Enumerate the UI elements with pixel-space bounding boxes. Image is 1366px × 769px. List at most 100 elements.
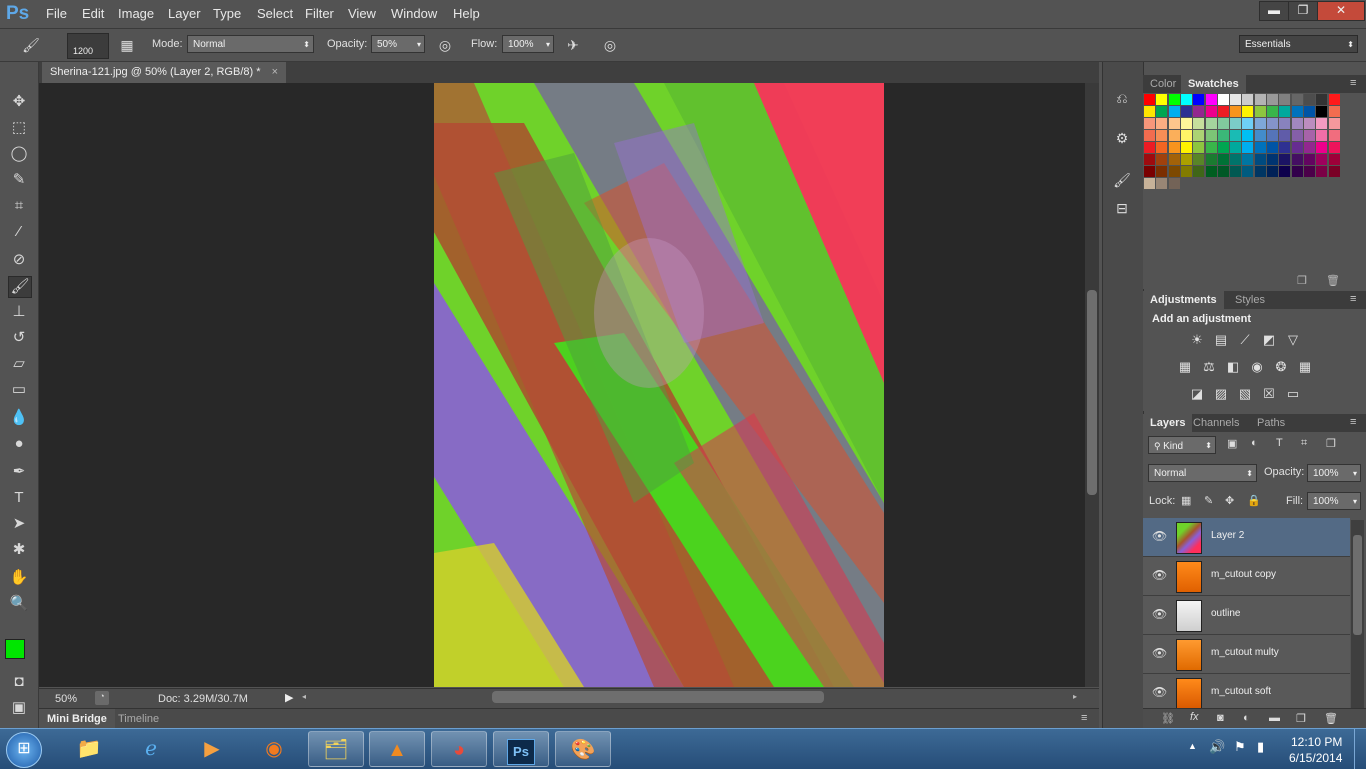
- filter-adjustment-icon[interactable]: ◐: [1251, 437, 1258, 449]
- swatch[interactable]: [1193, 142, 1205, 153]
- scroll-left-icon[interactable]: ◂: [302, 692, 306, 701]
- swatch[interactable]: [1193, 118, 1205, 129]
- swatch[interactable]: [1279, 118, 1291, 129]
- tool-presets-panel-icon[interactable]: ⊟: [1112, 198, 1132, 218]
- eyedropper-tool-icon[interactable]: ⁄: [8, 222, 30, 242]
- new-adjustment-layer-icon[interactable]: ◐: [1243, 712, 1250, 724]
- airbrush-icon[interactable]: ✈: [564, 36, 582, 54]
- swatch[interactable]: [1254, 142, 1266, 153]
- restore-button[interactable]: ❐: [1288, 1, 1318, 21]
- pressure-size-icon[interactable]: ◎: [601, 36, 619, 54]
- swatch[interactable]: [1303, 142, 1315, 153]
- swatch[interactable]: [1217, 130, 1229, 141]
- action-center-icon[interactable]: ⚑: [1234, 739, 1246, 755]
- layers-scroll-thumb[interactable]: [1353, 535, 1362, 635]
- menu-filter[interactable]: Filter: [305, 6, 334, 21]
- blur-tool-icon[interactable]: 💧: [8, 408, 30, 428]
- gradient-tool-icon[interactable]: ▭: [8, 380, 30, 400]
- swatch[interactable]: [1217, 166, 1229, 177]
- swatch[interactable]: [1254, 106, 1266, 117]
- swatch[interactable]: [1193, 178, 1204, 189]
- swatch[interactable]: [1230, 118, 1242, 129]
- swatch[interactable]: [1316, 154, 1328, 165]
- lock-all-icon[interactable]: 🔒: [1247, 494, 1261, 507]
- swatch[interactable]: [1230, 94, 1242, 105]
- selective-color-icon[interactable]: ☒: [1260, 386, 1278, 402]
- swatch[interactable]: [1205, 154, 1217, 165]
- swatch[interactable]: [1267, 154, 1278, 165]
- vlc-icon[interactable]: ▲: [369, 731, 425, 767]
- swatch[interactable]: [1180, 106, 1192, 117]
- volume-icon[interactable]: 🔊: [1209, 739, 1225, 755]
- swatch[interactable]: [1328, 118, 1340, 129]
- add-mask-icon[interactable]: ◙: [1217, 712, 1224, 724]
- lock-image-icon[interactable]: ✎: [1204, 494, 1213, 507]
- layer-fill-field[interactable]: 100% ▾: [1307, 492, 1361, 510]
- invert-icon[interactable]: ◪: [1188, 386, 1206, 402]
- hue-saturation-icon[interactable]: ▦: [1176, 359, 1194, 375]
- layers-menu-icon[interactable]: ≡: [1350, 416, 1356, 428]
- panel-menu-icon[interactable]: ≡: [1081, 712, 1087, 724]
- swatch[interactable]: [1156, 166, 1168, 177]
- swatch[interactable]: [1156, 178, 1168, 189]
- lasso-tool-icon[interactable]: ◯: [8, 144, 30, 164]
- swatch[interactable]: [1180, 94, 1192, 105]
- clone-stamp-tool-icon[interactable]: ⊥: [8, 302, 30, 322]
- swatch[interactable]: [1144, 154, 1155, 165]
- swatch[interactable]: [1193, 106, 1205, 117]
- layer-blend-mode-select[interactable]: Normal ⬍: [1148, 464, 1257, 482]
- swatch[interactable]: [1328, 94, 1340, 105]
- photoshop-taskbar-button[interactable]: Ps: [493, 731, 549, 767]
- swatch[interactable]: [1168, 118, 1180, 129]
- swatch[interactable]: [1230, 130, 1242, 141]
- menu-type[interactable]: Type: [213, 6, 241, 21]
- swatch[interactable]: [1144, 130, 1155, 141]
- swatch[interactable]: [1242, 142, 1254, 153]
- swatch[interactable]: [1217, 118, 1229, 129]
- swatch[interactable]: [1168, 94, 1180, 105]
- swatch[interactable]: [1242, 118, 1254, 129]
- move-tool-icon[interactable]: ✥: [8, 92, 30, 112]
- visibility-eye-icon[interactable]: 👁: [1152, 607, 1167, 621]
- layer-row[interactable]: 👁 Layer 2: [1143, 518, 1350, 557]
- swatch[interactable]: [1242, 130, 1254, 141]
- gradient-map-icon[interactable]: ▭: [1284, 386, 1302, 402]
- swatch[interactable]: [1279, 178, 1290, 189]
- swatch[interactable]: [1279, 94, 1291, 105]
- chrome-icon[interactable]: ◕: [431, 731, 487, 767]
- quick-mask-icon[interactable]: ◘: [8, 672, 30, 692]
- swatch[interactable]: [1267, 94, 1278, 105]
- swatch[interactable]: [1156, 106, 1168, 117]
- color-lookup-icon[interactable]: ▦: [1296, 359, 1314, 375]
- tab-swatches[interactable]: Swatches: [1181, 75, 1246, 93]
- flow-field[interactable]: 100% ▾: [502, 35, 554, 53]
- swatch[interactable]: [1303, 154, 1315, 165]
- pressure-opacity-icon[interactable]: ◎: [436, 36, 454, 54]
- swatch[interactable]: [1205, 142, 1217, 153]
- menu-edit[interactable]: Edit: [82, 6, 104, 21]
- brush-size-picker[interactable]: 1200: [67, 33, 109, 59]
- workspace-select[interactable]: Essentials ⬍: [1239, 35, 1358, 53]
- swatch[interactable]: [1217, 106, 1229, 117]
- adjustments-menu-icon[interactable]: ≡: [1350, 293, 1356, 305]
- swatch[interactable]: [1217, 94, 1229, 105]
- show-desktop-button[interactable]: [1354, 729, 1366, 769]
- pen-tool-icon[interactable]: ✒: [8, 462, 30, 482]
- swatch[interactable]: [1316, 106, 1328, 117]
- swatch[interactable]: [1168, 166, 1180, 177]
- firefox-icon[interactable]: ◉: [246, 731, 302, 767]
- tab-adjustments[interactable]: Adjustments: [1143, 291, 1224, 309]
- swatch[interactable]: [1156, 118, 1168, 129]
- swatch[interactable]: [1217, 154, 1229, 165]
- swatch[interactable]: [1180, 130, 1192, 141]
- swatch[interactable]: [1193, 94, 1205, 105]
- black-white-icon[interactable]: ◧: [1224, 359, 1242, 375]
- swatch[interactable]: [1316, 178, 1327, 189]
- menu-view[interactable]: View: [348, 6, 376, 21]
- swatch[interactable]: [1230, 106, 1242, 117]
- type-tool-icon[interactable]: T: [8, 488, 30, 508]
- file-explorer-icon[interactable]: 🗂: [308, 731, 364, 767]
- swatch[interactable]: [1267, 178, 1278, 189]
- new-layer-icon[interactable]: ❐: [1296, 712, 1306, 725]
- swatch[interactable]: [1316, 118, 1328, 129]
